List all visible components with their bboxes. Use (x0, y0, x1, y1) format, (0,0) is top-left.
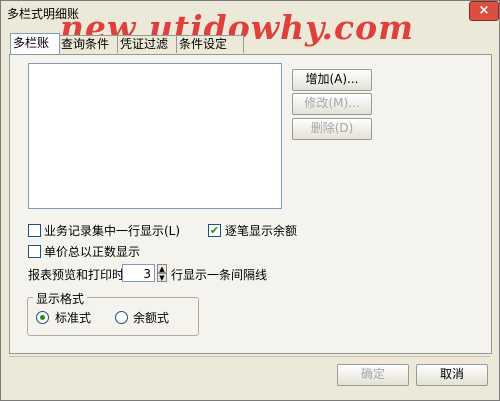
tab-voucher-filter[interactable]: 凭证过滤 (117, 35, 178, 53)
balance-format-label: 余额式 (133, 311, 170, 325)
add-button[interactable]: 增加(A)... (292, 69, 372, 91)
delete-button[interactable]: 删除(D) (292, 118, 372, 140)
show-balance-checkbox[interactable]: ✔ (208, 224, 221, 237)
interval-prefix-label: 报表预览和打印时 (28, 268, 125, 282)
tab-query-conditions[interactable]: 查询条件 (58, 35, 119, 53)
cancel-button[interactable]: 取消 (416, 364, 488, 386)
spin-up-icon[interactable]: ▲ (157, 264, 167, 273)
standard-format-radio[interactable] (36, 311, 49, 324)
tab-condition-settings[interactable]: 条件设定 (176, 35, 244, 53)
display-format-legend: 显示格式 (33, 290, 88, 307)
modify-button[interactable]: 修改(M)... (292, 93, 372, 115)
ok-button[interactable]: 确定 (337, 364, 409, 386)
column-listbox[interactable] (28, 63, 282, 209)
interval-input[interactable]: 3 (122, 264, 155, 282)
spin-down-icon[interactable]: ▼ (157, 273, 167, 282)
footer-divider (9, 356, 490, 357)
close-button[interactable]: × (469, 1, 499, 21)
tab-multi-column[interactable]: 多栏账 (10, 33, 60, 54)
standard-format-label: 标准式 (55, 311, 92, 325)
single-line-checkbox[interactable] (28, 224, 41, 237)
interval-suffix-label: 行显示一条间隔线 (171, 268, 268, 282)
show-balance-label: 逐笔显示余额 (225, 224, 298, 238)
positive-price-checkbox[interactable] (28, 245, 41, 258)
positive-price-label: 单价总以正数显示 (44, 245, 141, 259)
balance-format-radio[interactable] (115, 311, 128, 324)
single-line-label: 业务记录集中一行显示(L) (44, 224, 181, 238)
